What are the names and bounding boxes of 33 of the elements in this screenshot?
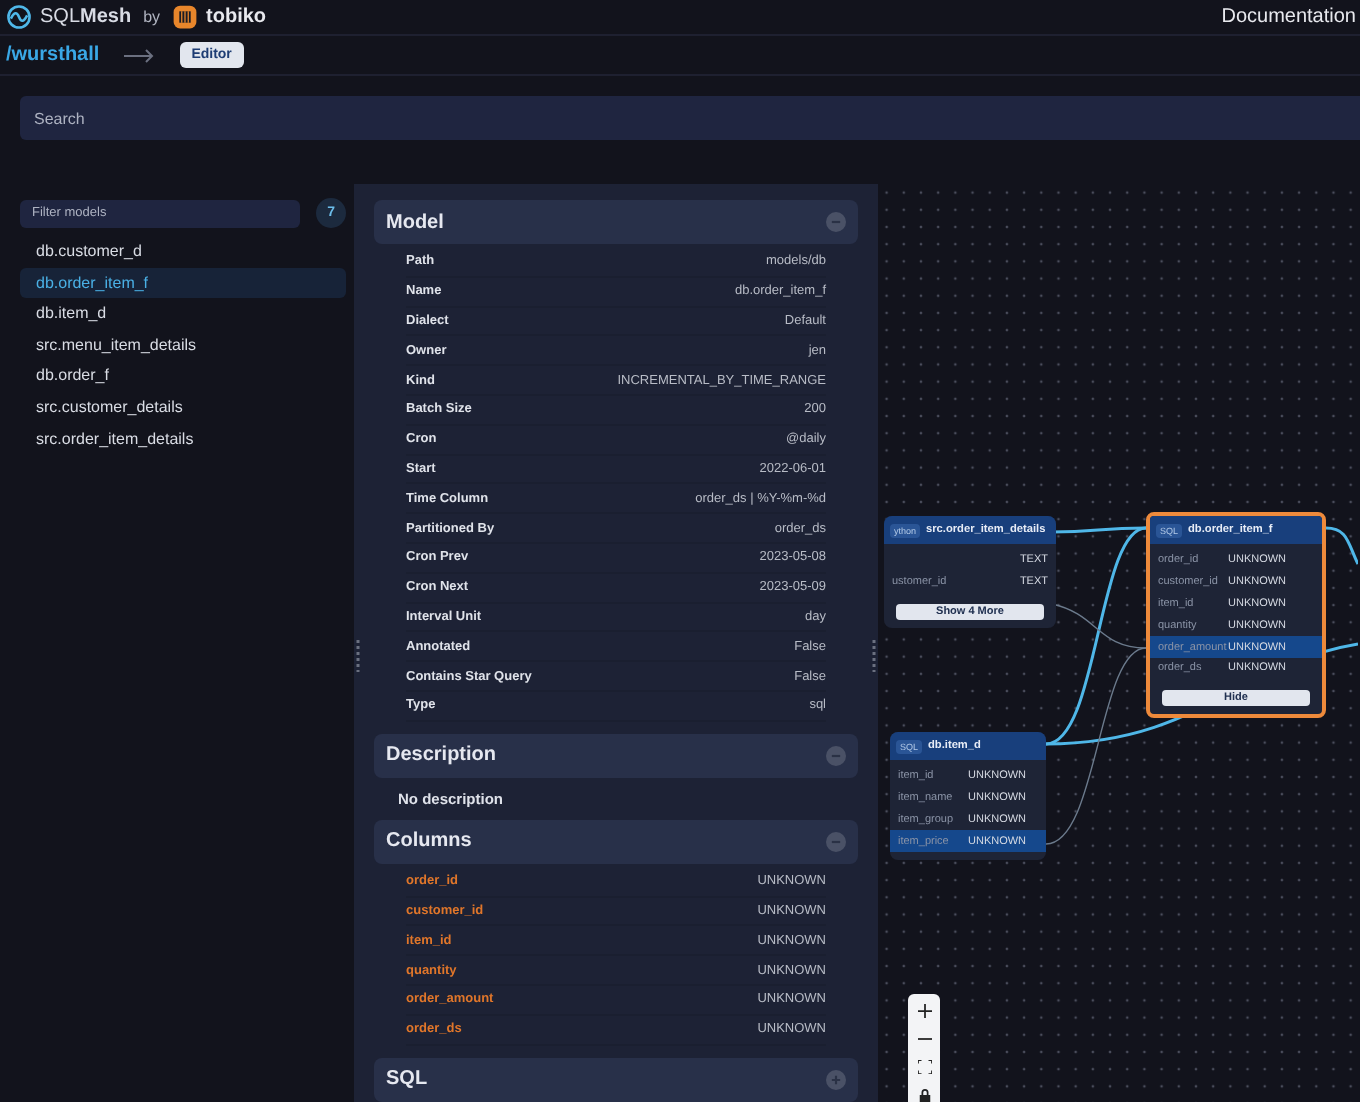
company-name: tobiko — [206, 6, 267, 28]
drag-handle-icon — [872, 640, 876, 672]
project-link[interactable]: /wursthall — [6, 44, 100, 66]
lock-icon[interactable] — [917, 1088, 931, 1102]
section-title: Description — [386, 744, 497, 767]
brand-name: SQLMesh — [40, 6, 132, 28]
collapse-toggle-icon[interactable] — [826, 212, 846, 232]
fit-view-icon[interactable] — [917, 1060, 931, 1074]
search-field[interactable]: Search — [20, 96, 1360, 140]
collapse-toggle-icon[interactable] — [826, 831, 846, 852]
by-text: by — [143, 8, 161, 26]
model-item[interactable]: src.order_item_details — [20, 423, 346, 454]
collapse-toggle-icon[interactable] — [826, 745, 846, 766]
wave-logo-icon — [6, 4, 32, 30]
collapse-toggle-icon[interactable] — [826, 1069, 846, 1090]
model-item[interactable]: db.order_f — [20, 360, 346, 391]
zoom-out-icon[interactable] — [917, 1032, 931, 1046]
model-item[interactable]: src.menu_item_details — [20, 329, 346, 360]
section-header[interactable]: SQL — [374, 1057, 858, 1102]
section-title: Model — [386, 211, 444, 233]
model-item[interactable]: db.customer_d — [20, 236, 346, 266]
section-header[interactable]: Columns — [374, 819, 858, 864]
section-header[interactable]: Model — [374, 200, 858, 244]
section-title: SQL — [386, 1068, 428, 1091]
model-item[interactable]: db.order_item_f — [20, 267, 346, 298]
section-title: Columns — [386, 830, 472, 853]
drag-handle-icon — [356, 640, 360, 672]
documentation-link[interactable]: Documentation — [1221, 6, 1356, 28]
model-item[interactable]: src.customer_details — [20, 391, 346, 422]
zoom-in-icon[interactable] — [917, 1004, 931, 1018]
section-header[interactable]: Description — [374, 733, 858, 778]
arrow-icon — [123, 47, 156, 63]
model-item[interactable]: db.item_d — [20, 298, 346, 329]
